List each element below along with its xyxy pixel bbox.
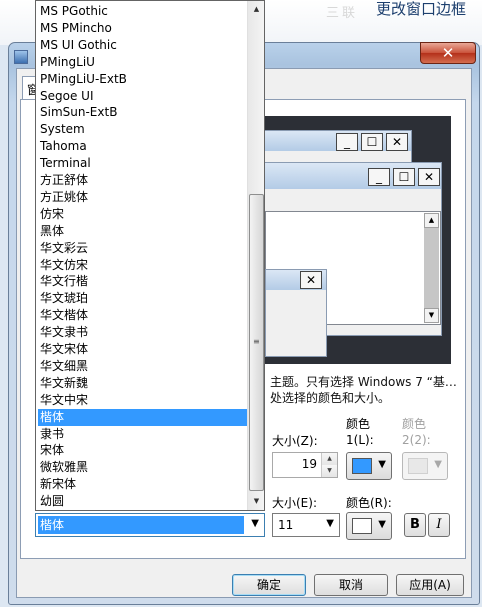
font-select[interactable]: 楷体 ▼ (35, 513, 265, 537)
scroll-down-icon[interactable]: ▼ (248, 493, 264, 510)
chevron-down-icon: ▼ (378, 519, 386, 530)
color2-button[interactable]: ▼ (402, 452, 448, 480)
font-list-item[interactable]: Segoe UI (38, 88, 247, 105)
chevron-down-icon: ▼ (251, 518, 259, 529)
font-list-item[interactable]: 黑体 (38, 223, 247, 240)
font-list-item[interactable]: 华文新魏 (38, 375, 247, 392)
color2-swatch (408, 458, 428, 474)
font-color-button[interactable]: ▼ (346, 512, 392, 540)
preview-message-close-icon: ✕ (300, 271, 322, 289)
font-list-item[interactable]: SimSun-ExtB (38, 104, 247, 121)
font-list-scrollbar[interactable]: ▲ ≡ ▼ (247, 1, 264, 510)
font-list-item[interactable]: MS PGothic (38, 3, 247, 20)
font-list-item[interactable]: System (38, 121, 247, 138)
font-list-item[interactable]: 华文彩云 (38, 240, 247, 257)
spin-up-icon[interactable]: ▲ (322, 453, 337, 465)
preview-message-box: ✕ (265, 269, 327, 357)
font-list-item[interactable]: 华文中宋 (38, 392, 247, 409)
ok-button[interactable]: 确定 (232, 574, 306, 596)
chevron-down-icon: ▼ (434, 459, 442, 470)
font-size-value: 11 (278, 518, 294, 532)
color1-swatch (352, 458, 372, 474)
font-list-item[interactable]: 方正姚体 (38, 189, 247, 206)
font-list-item[interactable]: 微软雅黑 (38, 459, 247, 476)
font-list-item[interactable]: 华文细黑 (38, 358, 247, 375)
preview-close-icon: ✕ (386, 133, 408, 151)
preview-maximize-icon: ☐ (361, 133, 383, 151)
font-list-item[interactable]: PMingLiU (38, 54, 247, 71)
font-list-item[interactable]: 宋体 (38, 442, 247, 459)
spinner-buttons[interactable]: ▲ ▼ (321, 453, 337, 477)
preview-minimize-icon: _ (336, 133, 358, 151)
preview-scroll-up-icon: ▲ (424, 213, 439, 228)
font-select-value: 楷体 (38, 516, 244, 534)
font-dropdown-list[interactable]: MS PGothic MS PMincho MS UI Gothic PMingLiU… (35, 0, 265, 511)
font-list-item[interactable]: MS UI Gothic (38, 37, 247, 54)
font-list-item[interactable]: 楷体 (38, 408, 247, 426)
preview-active-close-icon: ✕ (418, 168, 440, 186)
font-list-item[interactable]: 仿宋 (38, 206, 247, 223)
bold-button[interactable]: B (404, 513, 426, 537)
font-list-item[interactable]: 华文宋体 (38, 341, 247, 358)
font-list-item[interactable]: 华文隶书 (38, 324, 247, 341)
desktop-window-title: 更改窗口边框 (376, 0, 467, 18)
font-color-swatch (352, 518, 372, 534)
close-button[interactable]: ✕ (420, 42, 476, 64)
spin-down-icon[interactable]: ▼ (322, 465, 337, 477)
font-list-item[interactable]: 华文琥珀 (38, 290, 247, 307)
font-list-item[interactable]: 隶书 (38, 426, 247, 443)
font-list-item[interactable]: MS PMincho (38, 20, 247, 37)
italic-button[interactable]: I (428, 513, 450, 537)
font-list-item[interactable]: 新宋体 (38, 476, 247, 493)
font-list-item[interactable]: Terminal (38, 155, 247, 172)
scroll-thumb[interactable]: ≡ (249, 194, 264, 491)
watermark: 三联 (326, 6, 359, 21)
close-icon: ✕ (441, 44, 455, 62)
chevron-down-icon: ▼ (326, 518, 334, 529)
color1-button[interactable]: ▼ (346, 452, 392, 480)
description-text: 主题。只有选择 Windows 7 “基… 处选择的颜色和大小。 (270, 375, 457, 405)
preview-scroll-track (424, 228, 439, 308)
font-list-item[interactable]: 华文行楷 (38, 273, 247, 290)
font-list-item[interactable]: 华文楷体 (38, 307, 247, 324)
item-size-spinner[interactable]: 19 ▲ ▼ (272, 452, 338, 478)
font-size-select[interactable]: 11 ▼ (272, 513, 340, 537)
preview-active-maximize-icon: ☐ (393, 168, 415, 186)
font-list-item[interactable]: Tahoma (38, 138, 247, 155)
color1-label: 颜色 1(L): (346, 417, 374, 447)
cancel-button[interactable]: 取消 (314, 574, 388, 596)
font-list-item[interactable]: 幼圆 (38, 493, 247, 510)
preview-scroll-down-icon: ▼ (424, 308, 439, 323)
item-size-label: 大小(Z): (272, 434, 318, 448)
window-app-icon (14, 50, 28, 64)
font-size-label: 大小(E): (272, 496, 317, 510)
chevron-down-icon: ▼ (378, 459, 386, 470)
appearance-preview: _ ☐ ✕ _ ☐ ✕ ▲ ▼ ✕ (264, 116, 451, 364)
scroll-up-icon[interactable]: ▲ (248, 1, 264, 18)
item-size-value: 19 (301, 457, 317, 471)
font-color-label: 颜色(R): (346, 496, 392, 510)
apply-button[interactable]: 应用(A) (396, 574, 464, 596)
font-list-item[interactable]: 方正舒体 (38, 172, 247, 189)
preview-active-minimize-icon: _ (368, 168, 390, 186)
font-list-item[interactable]: PMingLiU-ExtB (38, 71, 247, 88)
preview-active-window: _ ☐ ✕ ▲ ▼ ✕ (264, 162, 442, 357)
grip-icon: ≡ (253, 337, 260, 346)
font-list-item[interactable]: 华文仿宋 (38, 257, 247, 274)
color2-label: 颜色 2(2): (402, 417, 431, 447)
